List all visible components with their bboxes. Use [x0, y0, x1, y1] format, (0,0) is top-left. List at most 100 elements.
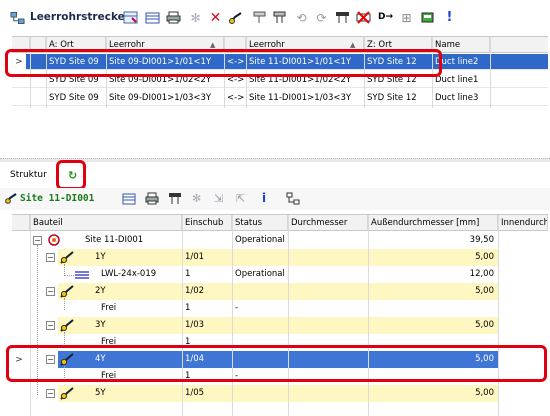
grid-icon[interactable] [122, 192, 136, 208]
cell-einschub: 1/02 [185, 286, 205, 296]
site-label: Site 11-DI001 [20, 193, 95, 204]
col-aussendurchmesser[interactable]: Außendurchmesser [mm] [368, 215, 498, 231]
grid-header: Bauteil Einschub Status Durchmesser Auße… [12, 215, 548, 231]
tree-row[interactable]: − 2Y 1/02 5,00 [12, 283, 548, 300]
cell-bauteil: 3Y [95, 320, 106, 330]
row-indicator-header [12, 215, 30, 231]
collapse-icon[interactable]: − [46, 321, 55, 330]
asterisk-icon[interactable]: ✻ [188, 10, 203, 25]
cell-einschub: 1/03 [185, 320, 205, 330]
tree-row[interactable]: LWL-24x-019 1 Operational 12,00 [12, 266, 548, 283]
collapse-icon[interactable]: ⇱ [236, 192, 245, 205]
duct-icon [59, 251, 75, 267]
site-icon [48, 234, 60, 249]
tree-icon[interactable] [286, 192, 300, 208]
table-icon[interactable] [123, 10, 138, 25]
info-icon[interactable]: i [262, 191, 266, 205]
cell-einschub [182, 232, 232, 249]
duct-routes-toolbar: Leerrohrstrecken ✻ ✕ ⟲ ⟳ D→ ⊞ ! [0, 0, 550, 34]
tree-row[interactable]: − 5Y 1/05 5,00 [12, 385, 548, 402]
sort-asc-icon: ▲ [350, 41, 356, 49]
grid-line [368, 215, 369, 416]
cell-name: Duct line3 [435, 93, 479, 103]
tree-connector [64, 332, 65, 344]
cell-status: Operational [235, 235, 285, 245]
tree-row[interactable]: − Site 11-DI001 Operational 39,50 [12, 232, 548, 249]
collapse-icon[interactable]: − [46, 389, 55, 398]
cell-aussen: 5,00 [475, 388, 494, 398]
duct-icon [59, 319, 75, 335]
collapse-icon[interactable]: − [46, 287, 55, 296]
tab-structure[interactable]: Struktur [10, 165, 47, 185]
grid-line [232, 215, 233, 416]
col-status[interactable]: Status [232, 215, 288, 231]
cell-bauteil: Site 11-DI001 [85, 235, 144, 245]
cell-aussen: 5,00 [475, 320, 494, 330]
highlight-frame [6, 345, 547, 382]
cell-leerrohr-a: Site 09-DI001>1/03<3Y [109, 93, 212, 103]
connect-icon[interactable] [252, 10, 267, 25]
grid-line [288, 215, 289, 416]
collapse-icon[interactable]: − [33, 236, 42, 245]
tree-row[interactable]: Frei 1 - [12, 300, 548, 317]
split-icon[interactable]: ⟲ [294, 10, 309, 25]
tree-connector [64, 275, 74, 276]
col-einschub[interactable]: Einschub [182, 215, 232, 231]
cell-bauteil: 2Y [95, 286, 106, 296]
cell-aussen: 39,50 [469, 235, 494, 245]
duct-routes-title: Leerrohrstrecken [30, 11, 133, 23]
cell-z-ort: SYD Site 12 [367, 93, 417, 103]
duct-icon [59, 285, 75, 301]
disconnect-icon[interactable] [272, 10, 287, 25]
tree-connector [64, 298, 65, 310]
table-row[interactable]: SYD Site 09 Site 09-DI001>1/03<3Y <-> Si… [12, 90, 548, 106]
cell-aussen: 5,00 [475, 286, 494, 296]
col-innendurchmesser[interactable]: Innendurch [498, 215, 548, 231]
delete-icon[interactable]: ✕ [208, 10, 223, 25]
grid-icon[interactable] [145, 10, 160, 25]
route-icon [4, 192, 18, 208]
asterisk-icon[interactable]: ✻ [192, 192, 201, 205]
col-bauteil[interactable]: Bauteil [30, 215, 182, 231]
cell-einschub: 1/05 [185, 388, 205, 398]
cell-a-ort: SYD Site 09 [49, 93, 99, 103]
grid-line [490, 37, 491, 108]
print-icon[interactable] [145, 192, 159, 208]
tree-row[interactable]: − 1Y 1/01 5,00 [12, 249, 548, 266]
collapse-icon[interactable]: − [46, 253, 55, 262]
expand-icon[interactable]: ⇲ [214, 192, 223, 205]
remove-icon[interactable] [356, 10, 371, 25]
cable-icon [74, 270, 90, 283]
cell-status: - [235, 303, 239, 313]
grid-line [30, 215, 31, 416]
grid-line [182, 215, 183, 416]
db-icon[interactable] [420, 10, 435, 25]
cell-bauteil: Frei [101, 303, 117, 313]
group-icon[interactable]: ⊞ [399, 10, 414, 25]
route-icon[interactable] [228, 10, 243, 25]
merge-icon[interactable]: ⟳ [314, 10, 329, 25]
forward-icon[interactable]: D→ [378, 10, 393, 25]
cell-leerrohr-z: Site 11-DI001>1/03<3Y [249, 93, 352, 103]
cell-bauteil: 1Y [95, 252, 106, 262]
structure-tree-grid: Bauteil Einschub Status Durchmesser Auße… [12, 214, 548, 416]
cell-aussen: 12,00 [469, 269, 494, 279]
cell-einschub: 1 [185, 303, 191, 313]
duct-icon [59, 387, 75, 403]
cell-aussen: 5,00 [475, 252, 494, 262]
cell-bauteil: 5Y [95, 388, 106, 398]
duct-routes-icon [10, 10, 25, 25]
sort-asc-icon: ▲ [210, 41, 216, 49]
connect-icon[interactable] [168, 192, 182, 208]
structure-toolbar: Site 11-DI001 ✻ ⇲ ⇱ i [0, 188, 550, 210]
cell-bauteil: LWL-24x-019 [101, 269, 157, 279]
grid-line [498, 215, 499, 416]
tree-row[interactable]: − 3Y 1/03 5,00 [12, 317, 548, 334]
cell-einschub: 1 [185, 269, 191, 279]
highlight-frame [5, 49, 442, 77]
warning-icon[interactable]: ! [442, 10, 457, 25]
link-icon[interactable] [335, 10, 350, 25]
col-durchmesser[interactable]: Durchmesser [288, 215, 368, 231]
print-icon[interactable] [166, 10, 181, 25]
cell-einschub: 1/01 [185, 252, 205, 262]
